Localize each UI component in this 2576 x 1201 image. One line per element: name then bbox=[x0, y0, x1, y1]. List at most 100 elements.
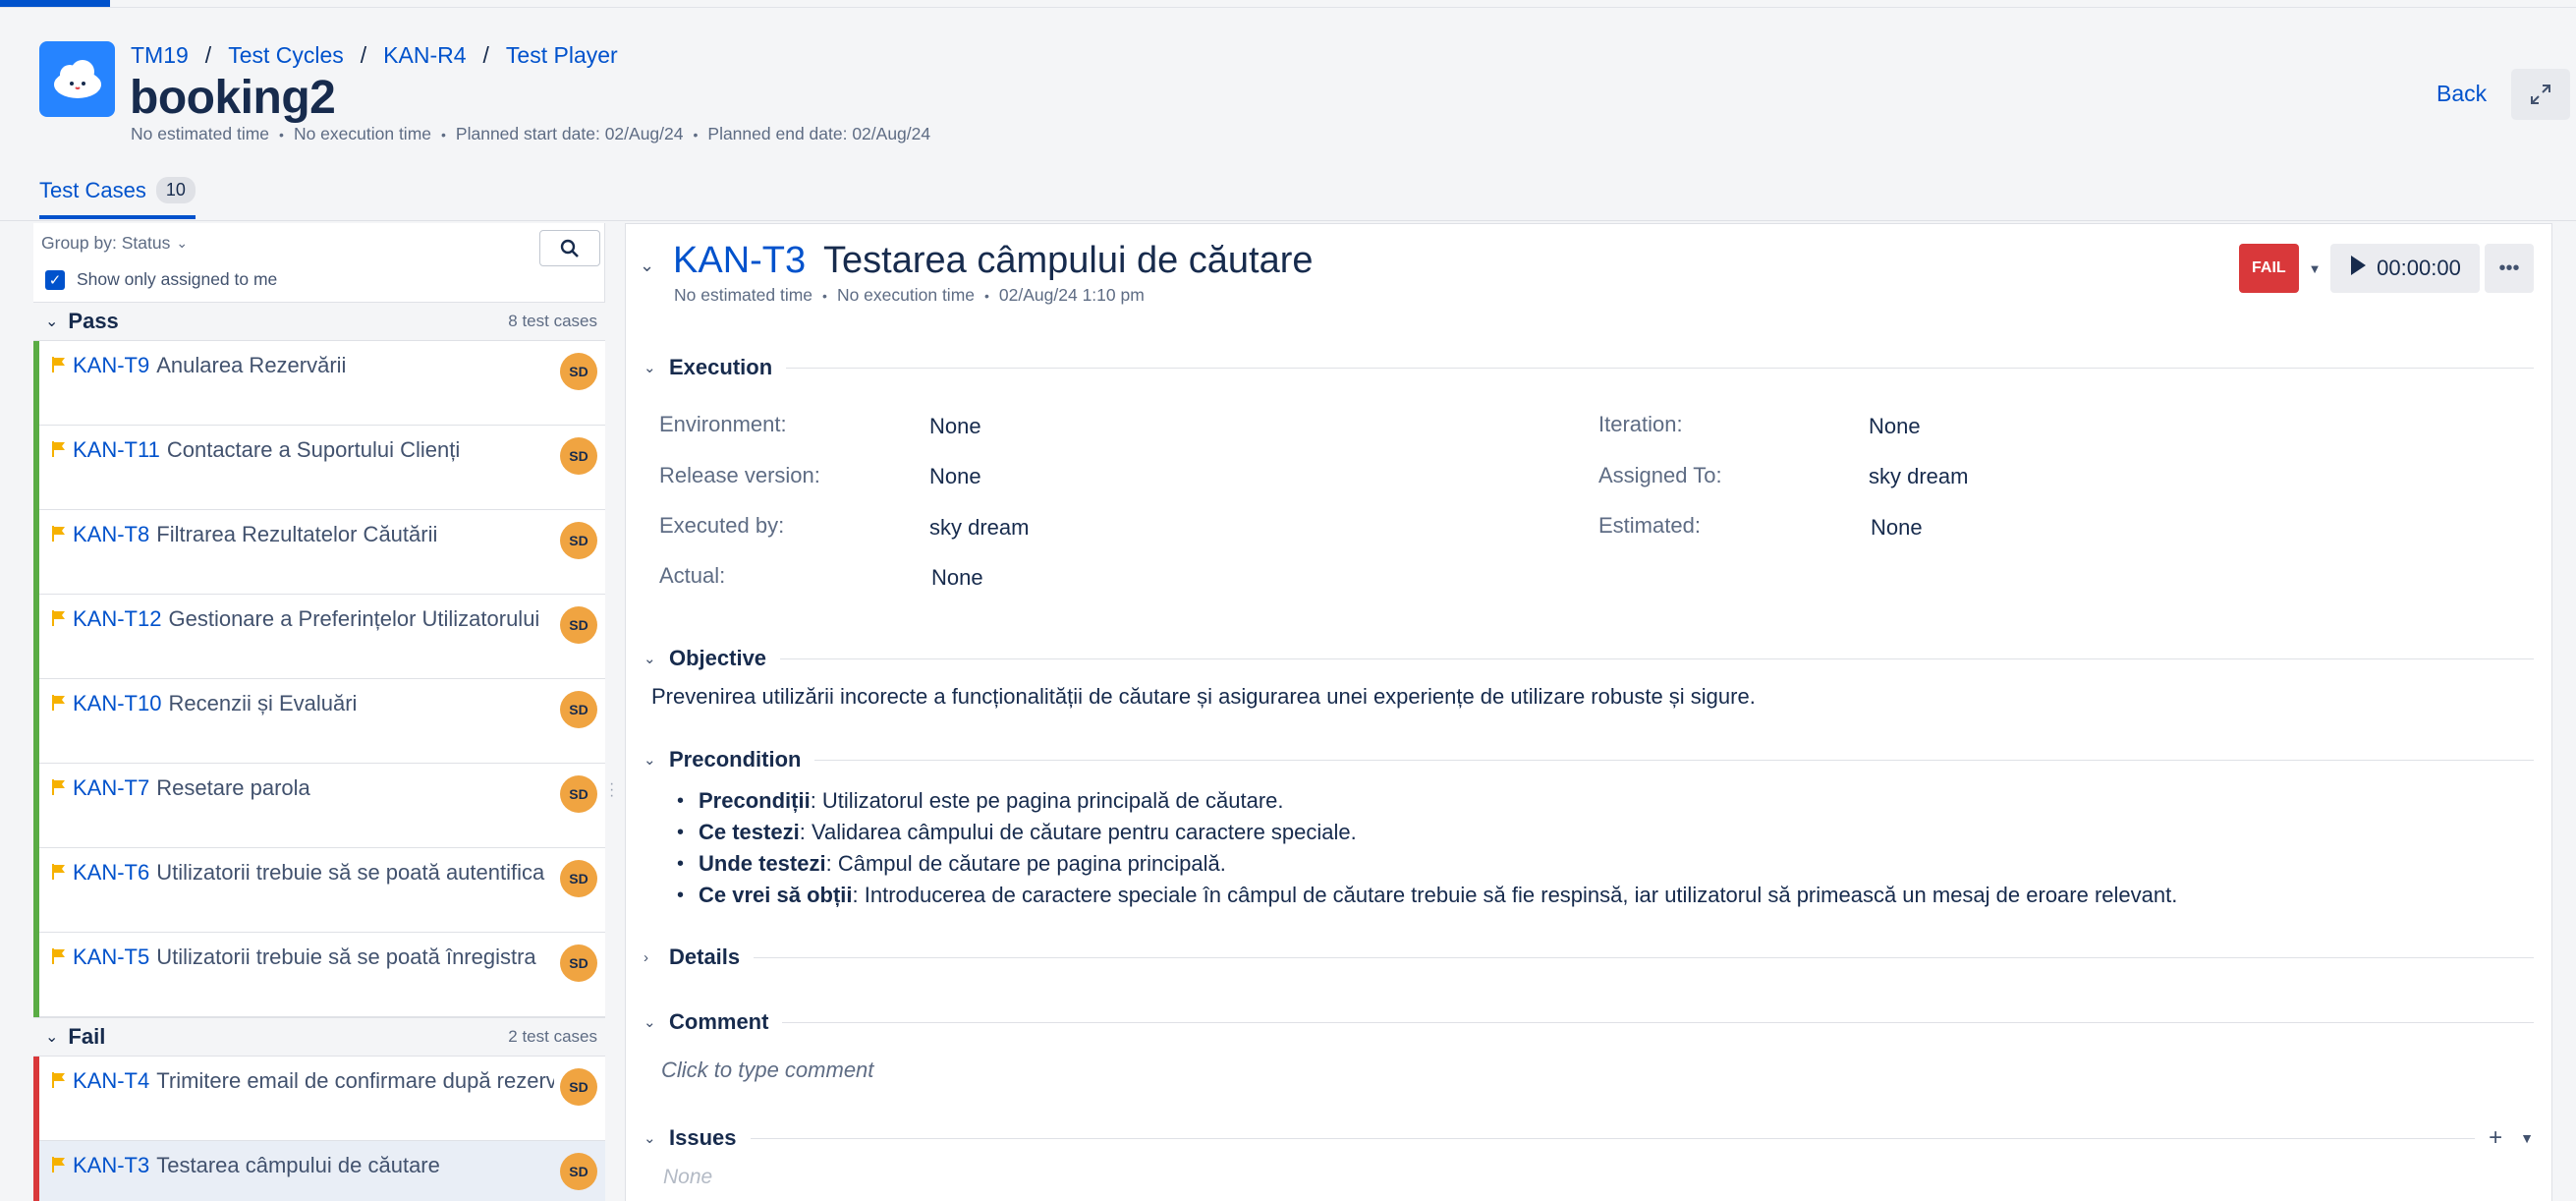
flag-icon bbox=[51, 778, 67, 801]
caret-down-icon: ▼ bbox=[2308, 260, 2322, 276]
meta-separator: • bbox=[441, 126, 446, 143]
test-case-row[interactable]: KAN-T3 Testarea câmpului de căutare SD bbox=[33, 1141, 605, 1201]
test-case-name: Gestionare a Preferințelor Utilizatorulu… bbox=[168, 606, 540, 631]
page-title: booking2 bbox=[130, 72, 336, 124]
section-objective[interactable]: ⌄ Objective bbox=[644, 644, 2534, 673]
expand-icon bbox=[2531, 85, 2550, 104]
breadcrumb-test-cycles[interactable]: Test Cycles bbox=[228, 42, 344, 69]
test-case-key[interactable]: KAN-T5 bbox=[73, 944, 149, 969]
back-button[interactable]: Back bbox=[2436, 81, 2487, 107]
tc-execution-time: No execution time bbox=[836, 285, 976, 305]
test-case-key[interactable]: KAN-T4 bbox=[73, 1068, 149, 1093]
more-icon: ••• bbox=[2498, 257, 2520, 279]
iteration-value[interactable]: None bbox=[1869, 414, 1921, 439]
test-case-row[interactable]: KAN-T11 Contactare a Suportului Clienți SD bbox=[33, 426, 605, 510]
breadcrumb-cycle[interactable]: KAN-R4 bbox=[383, 42, 466, 69]
test-case-name: Filtrarea Rezultatelor Căutării bbox=[156, 522, 438, 546]
status-indicator-bar bbox=[33, 595, 39, 679]
timer-button[interactable]: 00:00:00 bbox=[2330, 244, 2480, 293]
meta-separator: • bbox=[984, 287, 989, 304]
panel-resize-handle[interactable]: · · · bbox=[609, 776, 614, 804]
test-case-key[interactable]: KAN-T7 bbox=[73, 775, 149, 800]
test-case-row[interactable]: KAN-T8 Filtrarea Rezultatelor Căutării SD bbox=[33, 510, 605, 595]
test-case-text: KAN-T3 Testarea câmpului de căutare bbox=[73, 1153, 554, 1178]
test-case-key[interactable]: KAN-T9 bbox=[73, 353, 149, 377]
fullscreen-button[interactable] bbox=[2511, 69, 2570, 120]
assigned-to-value[interactable]: sky dream bbox=[1869, 464, 1968, 489]
section-execution[interactable]: ⌄ Execution bbox=[644, 353, 2534, 382]
test-case-key[interactable]: KAN-T3 bbox=[73, 1153, 149, 1177]
executed-by-value[interactable]: sky dream bbox=[929, 515, 1029, 541]
group-count: 2 test cases bbox=[508, 1027, 597, 1046]
estimated-time: No estimated time bbox=[131, 124, 270, 143]
avatar: SD bbox=[560, 860, 597, 897]
avatar: SD bbox=[560, 1153, 597, 1190]
avatar: SD bbox=[560, 606, 597, 644]
group-name: Fail bbox=[68, 1024, 106, 1049]
test-case-row[interactable]: KAN-T9 Anularea Rezervării SD bbox=[33, 341, 605, 426]
status-indicator-bar bbox=[33, 764, 39, 848]
test-case-row[interactable]: KAN-T6 Utilizatorii trebuie să se poată a… bbox=[33, 848, 605, 933]
status-dropdown[interactable]: FAIL ▼ bbox=[2239, 244, 2322, 293]
section-precondition[interactable]: ⌄ Precondition bbox=[644, 745, 2534, 774]
tab-bar: Test Cases 10 bbox=[39, 177, 196, 219]
environment-value[interactable]: None bbox=[929, 414, 981, 439]
tab-test-cases[interactable]: Test Cases 10 bbox=[39, 177, 196, 219]
test-case-title: KAN-T3 Testarea câmpului de căutare bbox=[673, 240, 1314, 282]
test-case-key[interactable]: KAN-T8 bbox=[73, 522, 149, 546]
test-case-key[interactable]: KAN-T11 bbox=[73, 437, 160, 462]
group-by-dropdown[interactable]: Group by: Status ⌄ bbox=[41, 233, 188, 254]
test-case-text: KAN-T4 Trimitere email de confirmare după… bbox=[73, 1068, 554, 1094]
checkbox-checked-icon: ✓ bbox=[45, 269, 65, 290]
show-only-assigned-checkbox[interactable]: ✓ Show only assigned to me bbox=[45, 269, 277, 290]
status-indicator-bar bbox=[33, 1057, 39, 1141]
test-case-row[interactable]: KAN-T10 Recenzii și Evaluări SD bbox=[33, 679, 605, 764]
more-actions-button[interactable]: ••• bbox=[2485, 244, 2534, 293]
group-header-pass[interactable]: ⌄ Pass 8 test cases bbox=[33, 302, 605, 341]
test-case-name: Anularea Rezervării bbox=[156, 353, 347, 377]
chevron-down-icon: ⌄ bbox=[644, 1014, 656, 1031]
cloud-logo-icon bbox=[53, 59, 101, 98]
group-header-fail[interactable]: ⌄ Fail 2 test cases bbox=[33, 1017, 605, 1057]
test-case-text: KAN-T5 Utilizatorii trebuie să se poată î… bbox=[73, 944, 554, 970]
test-case-key[interactable]: KAN-T3 bbox=[673, 240, 806, 281]
section-issues[interactable]: ⌄ Issues + ▼ bbox=[644, 1123, 2534, 1153]
caret-down-icon[interactable]: ▼ bbox=[2520, 1130, 2534, 1146]
breadcrumb-separator: / bbox=[482, 42, 489, 68]
add-issue-icon[interactable]: + bbox=[2489, 1124, 2502, 1152]
actual-value[interactable]: None bbox=[931, 565, 983, 591]
test-case-name: Utilizatorii trebuie să se poată înregis… bbox=[156, 944, 536, 969]
section-title: Comment bbox=[669, 1009, 769, 1034]
test-case-key[interactable]: KAN-T12 bbox=[73, 606, 161, 631]
meta-separator: • bbox=[693, 126, 699, 143]
test-case-row[interactable]: KAN-T12 Gestionare a Preferințelor Utiliz… bbox=[33, 595, 605, 679]
breadcrumb-project[interactable]: TM19 bbox=[131, 42, 189, 69]
test-case-row[interactable]: KAN-T5 Utilizatorii trebuie să se poată î… bbox=[33, 933, 605, 1017]
breadcrumb-separator: / bbox=[204, 42, 212, 68]
search-button[interactable] bbox=[539, 230, 600, 266]
section-divider bbox=[786, 367, 2534, 369]
section-details[interactable]: › Details bbox=[644, 943, 2534, 972]
test-case-name: Contactare a Suportului Clienți bbox=[166, 437, 461, 462]
status-badge: FAIL bbox=[2239, 244, 2299, 293]
search-icon bbox=[560, 239, 579, 257]
section-divider bbox=[782, 1021, 2534, 1023]
group-by-label: Group by: Status bbox=[41, 233, 171, 253]
section-comment[interactable]: ⌄ Comment bbox=[644, 1007, 2534, 1037]
test-case-text: KAN-T12 Gestionare a Preferințelor Utiliz… bbox=[73, 606, 554, 632]
flag-icon bbox=[51, 356, 67, 378]
test-case-key[interactable]: KAN-T6 bbox=[73, 860, 149, 885]
release-version-value[interactable]: None bbox=[929, 464, 981, 489]
avatar: SD bbox=[560, 775, 597, 813]
test-case-text: KAN-T9 Anularea Rezervării bbox=[73, 353, 554, 378]
collapse-chevron-icon[interactable]: ⌄ bbox=[640, 256, 654, 276]
chevron-down-icon: ⌄ bbox=[644, 651, 656, 667]
avatar: SD bbox=[560, 522, 597, 559]
test-case-row[interactable]: KAN-T7 Resetare parola SD bbox=[33, 764, 605, 848]
test-case-row[interactable]: KAN-T4 Trimitere email de confirmare după… bbox=[33, 1057, 605, 1141]
estimated-value[interactable]: None bbox=[1871, 515, 1923, 541]
comment-input[interactable]: Click to type comment bbox=[661, 1058, 873, 1083]
test-case-key[interactable]: KAN-T10 bbox=[73, 691, 161, 715]
precondition-item: • Precondiții: Utilizatorul este pe pagin… bbox=[677, 788, 1284, 813]
breadcrumb-test-player[interactable]: Test Player bbox=[506, 42, 618, 69]
